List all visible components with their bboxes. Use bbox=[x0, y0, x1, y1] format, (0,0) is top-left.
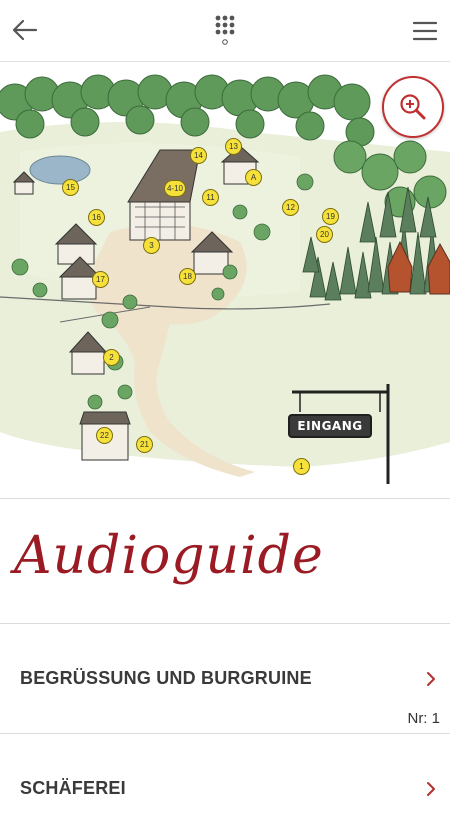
map-marker[interactable]: 11 bbox=[202, 189, 219, 206]
zoom-button[interactable] bbox=[382, 76, 444, 138]
list-item-label: BEGRÜSSUNG UND BURGRUINE bbox=[20, 668, 312, 688]
arrow-left-icon bbox=[12, 19, 38, 41]
map-marker[interactable]: 17 bbox=[92, 271, 109, 288]
map-marker[interactable]: 16 bbox=[88, 209, 105, 226]
chevron-right-icon bbox=[427, 782, 435, 796]
map-marker[interactable]: 13 bbox=[225, 138, 242, 155]
zoom-in-icon bbox=[400, 94, 426, 120]
list-item-label: SCHÄFEREI bbox=[20, 778, 126, 798]
map-marker[interactable]: 15 bbox=[62, 179, 79, 196]
map-marker[interactable]: A bbox=[245, 169, 262, 186]
list-item[interactable]: SCHÄFEREI bbox=[0, 734, 450, 834]
map-marker[interactable]: 4-10 bbox=[164, 180, 186, 197]
map-marker[interactable]: 20 bbox=[316, 226, 333, 243]
site-map[interactable]: 14 13 4-10 A 15 11 16 12 19 20 3 17 18 2… bbox=[0, 62, 450, 499]
list-item[interactable]: BEGRÜSSUNG UND BURGRUINE Nr: 1 bbox=[0, 624, 450, 734]
map-illustration bbox=[0, 74, 450, 484]
map-marker[interactable]: 2 bbox=[103, 349, 120, 366]
map-marker[interactable]: 3 bbox=[143, 237, 160, 254]
back-button[interactable] bbox=[8, 12, 42, 48]
entrance-sign: EINGANG bbox=[288, 414, 372, 438]
map-marker[interactable]: 14 bbox=[190, 147, 207, 164]
page-title: Audioguide bbox=[14, 526, 324, 586]
map-marker[interactable]: 19 bbox=[322, 208, 339, 225]
menu-button[interactable] bbox=[408, 14, 442, 48]
chevron-right-icon bbox=[427, 672, 435, 686]
hamburger-menu-icon bbox=[412, 21, 438, 41]
map-marker[interactable]: 1 bbox=[293, 458, 310, 475]
map-marker[interactable]: 18 bbox=[179, 268, 196, 285]
map-marker[interactable]: 21 bbox=[136, 436, 153, 453]
map-marker[interactable]: 22 bbox=[96, 427, 113, 444]
item-number: Nr: 1 bbox=[407, 710, 440, 727]
number-keypad-icon bbox=[215, 15, 235, 45]
top-bar bbox=[0, 0, 450, 62]
keypad-button[interactable] bbox=[206, 12, 244, 52]
map-marker[interactable]: 12 bbox=[282, 199, 299, 216]
title-section: Audioguide bbox=[0, 500, 450, 624]
